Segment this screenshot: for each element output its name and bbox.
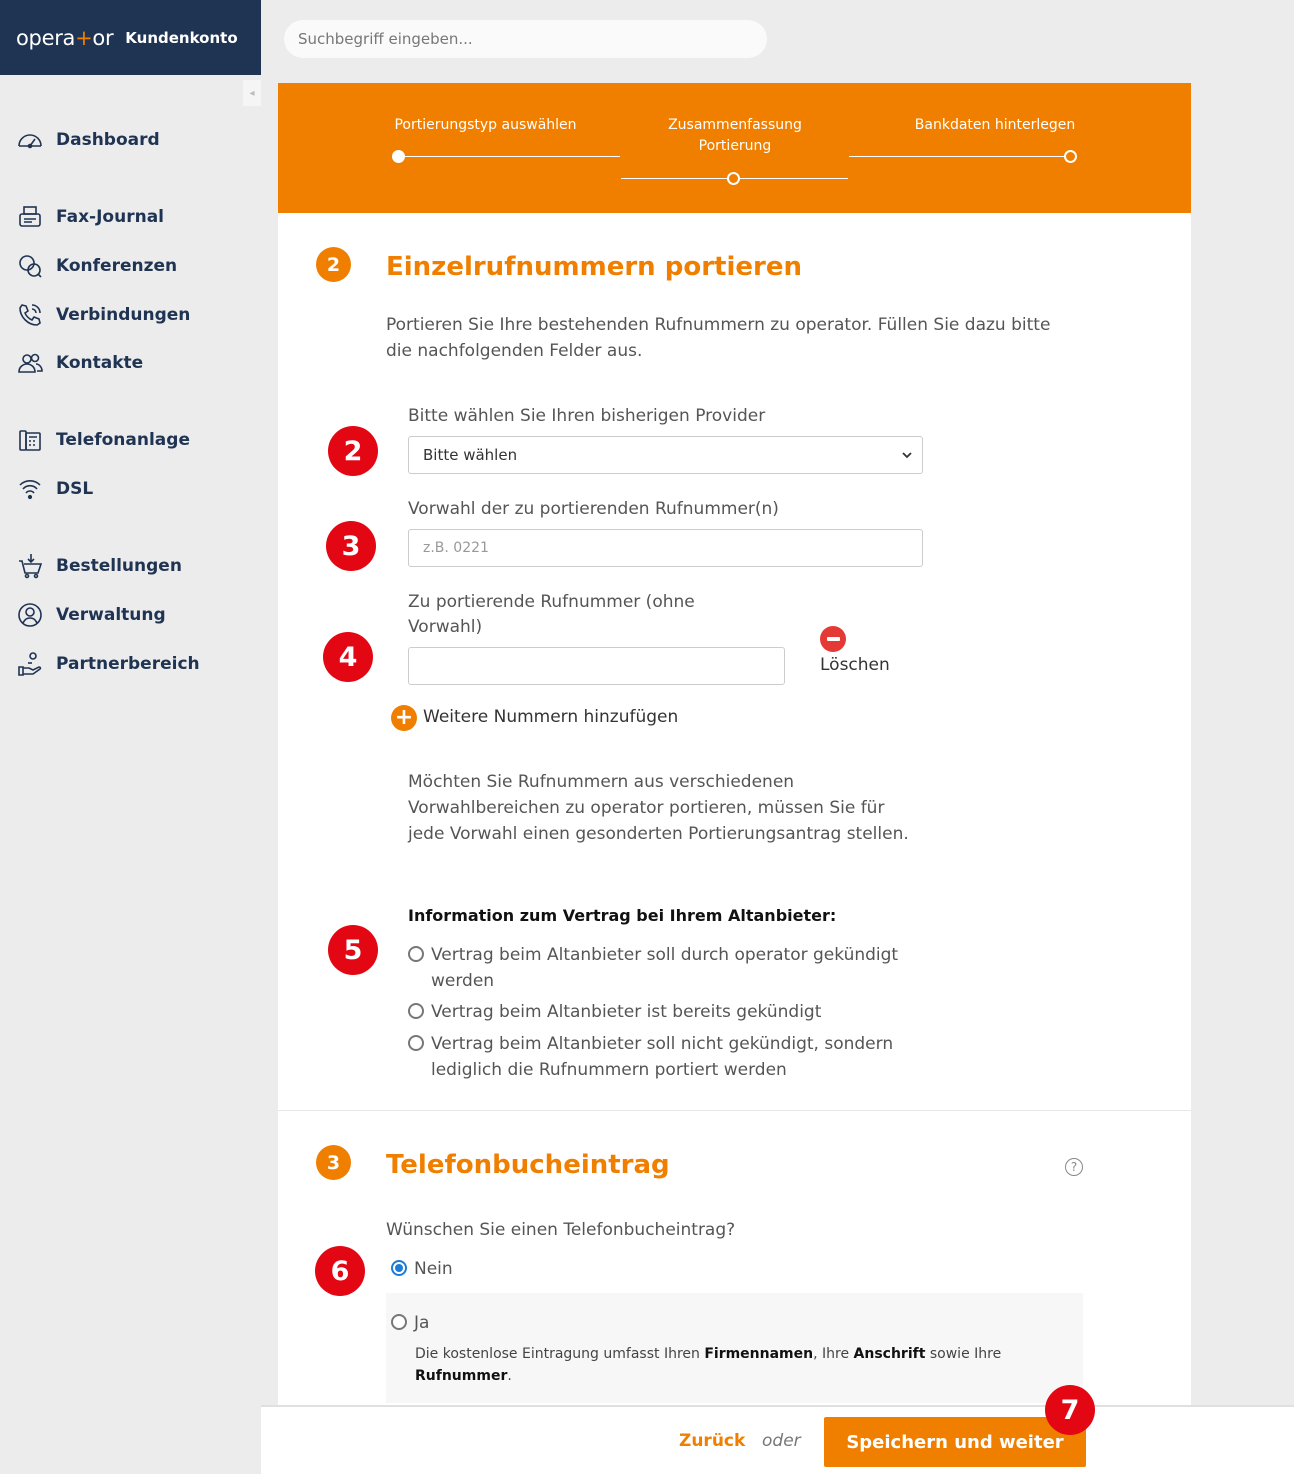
sidebar-item-konferenzen[interactable]: Konferenzen <box>16 251 177 281</box>
sidebar-item-label: Verwaltung <box>56 605 166 625</box>
phonebook-description: Die kostenlose Eintragung umfasst Ihren … <box>415 1346 1002 1384</box>
user-circle-icon <box>18 603 42 627</box>
sidebar-item-label: Konferenzen <box>56 256 178 276</box>
prefix-input[interactable] <box>408 529 923 567</box>
number-label: Zu portierende Rufnummer (ohne Vorwahl) <box>408 592 695 637</box>
step-label-zusammenfassung: Zusammenfassung Portierung <box>668 117 802 154</box>
provider-label: Bitte wählen Sie Ihren bisherigen Provid… <box>408 406 766 426</box>
sidebar-collapse-handle[interactable]: ◂ <box>243 80 261 106</box>
operator-logo[interactable]: opera+or <box>16 26 114 50</box>
section-title-telefonbuch: Telefonbucheintrag <box>386 1150 670 1180</box>
radio-label: Ja <box>414 1313 430 1333</box>
search-input[interactable] <box>284 20 767 58</box>
sidebar-item-label: DSL <box>56 479 94 499</box>
contract-info-label: Information zum Vertrag bei Ihrem Altanb… <box>408 906 837 925</box>
step-label-portierungstyp: Portierungstyp auswählen <box>394 117 577 133</box>
sidebar-item-verwaltung[interactable]: Verwaltung <box>16 600 166 630</box>
radio-label: Nein <box>414 1259 453 1279</box>
sidebar-item-label: Dashboard <box>56 130 160 150</box>
annotation-badge: 3 <box>326 521 376 571</box>
speedometer-icon <box>18 134 42 149</box>
sidebar-item-fax-journal[interactable]: Fax-Journal <box>16 202 164 232</box>
sidebar <box>0 75 261 1474</box>
sidebar-item-label: Verbindungen <box>56 305 191 325</box>
delete-minus-icon[interactable] <box>820 626 846 652</box>
step-label-bankdaten: Bankdaten hinterlegen <box>914 117 1076 133</box>
section-intro-text: Portieren Sie Ihre bestehenden Rufnummer… <box>386 315 1051 361</box>
contract-option-cancel-by-operator[interactable]: Vertrag beim Altanbieter soll durch oper… <box>408 942 928 994</box>
radio-label: Vertrag beim Altanbieter soll nicht gekü… <box>431 1034 894 1080</box>
sidebar-item-dsl[interactable]: DSL <box>16 474 93 504</box>
account-title: Kundenkonto <box>125 28 238 47</box>
section-number-badge: 2 <box>316 247 351 282</box>
sidebar-item-kontakte[interactable]: Kontakte <box>16 348 143 378</box>
annotation-badge: 7 <box>1045 1385 1095 1435</box>
add-number-link[interactable]: Weitere Nummern hinzufügen <box>423 707 678 727</box>
radio-button[interactable] <box>408 946 424 962</box>
step-line-1 <box>398 156 620 157</box>
annotation-badge: 6 <box>315 1246 365 1296</box>
sidebar-item-label: Telefonanlage <box>56 430 190 450</box>
sidebar-item-label: Kontakte <box>56 353 144 373</box>
info-note: Möchten Sie Rufnummern aus verschiedenen… <box>408 772 909 844</box>
step-dot-1[interactable] <box>392 150 405 163</box>
wifi-icon <box>19 480 41 500</box>
phonebook-option-no[interactable]: Nein <box>391 1256 453 1282</box>
phone-system-icon <box>19 430 41 451</box>
sidebar-item-label: Fax-Journal <box>56 207 165 227</box>
radio-button[interactable] <box>391 1314 407 1330</box>
radio-label: Vertrag beim Altanbieter ist bereits gek… <box>431 1002 822 1022</box>
chevron-down-icon <box>902 452 912 459</box>
sidebar-item-label: Bestellungen <box>56 556 182 576</box>
radio-label: Vertrag beim Altanbieter soll durch oper… <box>431 945 899 991</box>
conference-chat-icon <box>19 255 42 278</box>
fax-icon <box>19 206 41 227</box>
add-plus-icon[interactable]: + <box>391 705 417 731</box>
section-divider <box>278 1110 1191 1111</box>
sidebar-item-dashboard[interactable]: Dashboard <box>16 125 160 155</box>
annotation-badge: 2 <box>328 426 378 476</box>
partner-hand-icon <box>18 652 42 676</box>
section-number-badge: 3 <box>316 1145 351 1180</box>
collapse-arrow-icon: ◂ <box>249 87 255 99</box>
phone-call-icon <box>19 304 41 326</box>
provider-select-value: Bitte wählen <box>423 446 518 464</box>
step-line-3 <box>849 156 1071 157</box>
step-dot-3[interactable] <box>1064 150 1077 163</box>
annotation-badge: 5 <box>328 925 378 975</box>
sidebar-item-label: Partnerbereich <box>56 654 200 674</box>
radio-button-selected[interactable] <box>391 1260 407 1276</box>
annotation-badge: 4 <box>323 632 373 682</box>
number-input[interactable] <box>408 647 785 685</box>
section-title-einzelrufnummern: Einzelrufnummern portieren <box>386 252 802 282</box>
sidebar-item-partnerbereich[interactable]: Partnerbereich <box>16 649 200 679</box>
save-and-continue-button[interactable]: Speichern und weiter <box>824 1417 1086 1467</box>
sidebar-item-bestellungen[interactable]: Bestellungen <box>16 551 182 581</box>
radio-button[interactable] <box>408 1035 424 1051</box>
sidebar-item-verbindungen[interactable]: Verbindungen <box>16 300 190 330</box>
delete-label[interactable]: Löschen <box>820 655 890 675</box>
contract-option-already-cancelled[interactable]: Vertrag beim Altanbieter ist bereits gek… <box>408 999 928 1025</box>
step-dot-2[interactable] <box>727 172 740 185</box>
back-link[interactable]: Zurück <box>679 1431 745 1451</box>
sidebar-item-telefonanlage[interactable]: Telefonanlage <box>16 425 190 455</box>
cart-icon <box>19 554 43 579</box>
phonebook-option-yes[interactable]: Ja <box>391 1310 429 1336</box>
or-separator: oder <box>762 1431 801 1451</box>
brand-header: opera+or Kundenkonto <box>0 0 261 75</box>
provider-select[interactable]: Bitte wählen <box>408 436 923 474</box>
help-icon[interactable]: ? <box>1065 1158 1083 1176</box>
prefix-label: Vorwahl der zu portierenden Rufnummer(n) <box>408 499 779 519</box>
contract-option-port-only[interactable]: Vertrag beim Altanbieter soll nicht gekü… <box>408 1031 928 1083</box>
main-panel <box>278 83 1191 1413</box>
phonebook-question: Wünschen Sie einen Telefonbucheintrag? <box>386 1220 736 1240</box>
contacts-icon <box>18 353 43 373</box>
radio-button[interactable] <box>408 1003 424 1019</box>
